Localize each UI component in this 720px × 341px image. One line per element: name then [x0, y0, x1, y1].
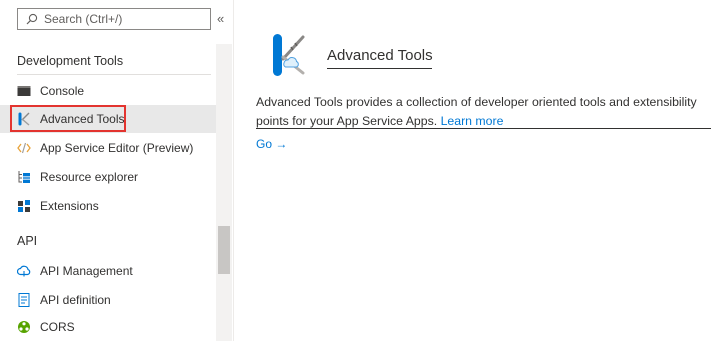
collapse-sidebar-button[interactable]: « [217, 12, 224, 26]
sidebar-item-console[interactable]: Console [0, 77, 216, 105]
advanced-tools-logo-icon [271, 33, 307, 82]
extensions-icon [17, 199, 31, 213]
learn-more-link[interactable]: Learn more [441, 114, 504, 128]
sidebar-scrollbar-thumb[interactable] [218, 226, 230, 274]
cors-icon [17, 320, 31, 334]
code-editor-icon [17, 141, 31, 155]
page-title: Advanced Tools [327, 47, 433, 64]
advanced-tools-icon [17, 112, 31, 126]
sidebar-item-label: App Service Editor (Preview) [40, 141, 194, 155]
app-window: « Development Tools Console Advanced [0, 0, 720, 341]
api-definition-icon [17, 293, 31, 307]
api-management-icon [17, 264, 31, 278]
section-divider [17, 74, 211, 75]
title-underline [327, 68, 432, 69]
console-icon [17, 84, 31, 98]
sidebar-item-label: Console [40, 84, 85, 98]
sidebar-item-resource-explorer[interactable]: Resource explorer [0, 163, 216, 191]
sidebar-item-label: Advanced Tools [40, 112, 125, 126]
sidebar-scrollbar-track[interactable] [216, 44, 232, 341]
sidebar-item-api-management[interactable]: API Management [0, 257, 216, 285]
sidebar-item-app-service-editor[interactable]: App Service Editor (Preview) [0, 134, 216, 162]
section-header-api: API [17, 234, 38, 248]
search-box[interactable] [17, 8, 211, 30]
sidebar-item-api-definition[interactable]: API definition [0, 286, 216, 314]
resource-explorer-icon [17, 170, 31, 184]
section-header-development-tools: Development Tools [17, 54, 124, 68]
go-link[interactable]: Go → [256, 137, 287, 151]
description-divider [256, 128, 711, 129]
sidebar: « Development Tools Console Advanced [0, 0, 234, 341]
sidebar-item-label: CORS [40, 320, 75, 334]
sidebar-item-extensions[interactable]: Extensions [0, 192, 216, 220]
search-input[interactable] [44, 12, 204, 26]
sidebar-item-cors[interactable]: CORS [0, 313, 216, 341]
description-text: Advanced Tools provides a collection of … [256, 93, 720, 131]
sidebar-item-label: API definition [40, 293, 111, 307]
search-icon [26, 13, 38, 25]
sidebar-item-label: API Management [40, 264, 133, 278]
sidebar-item-label: Resource explorer [40, 170, 139, 184]
sidebar-item-advanced-tools[interactable]: Advanced Tools [0, 105, 216, 133]
sidebar-item-label: Extensions [40, 199, 99, 213]
